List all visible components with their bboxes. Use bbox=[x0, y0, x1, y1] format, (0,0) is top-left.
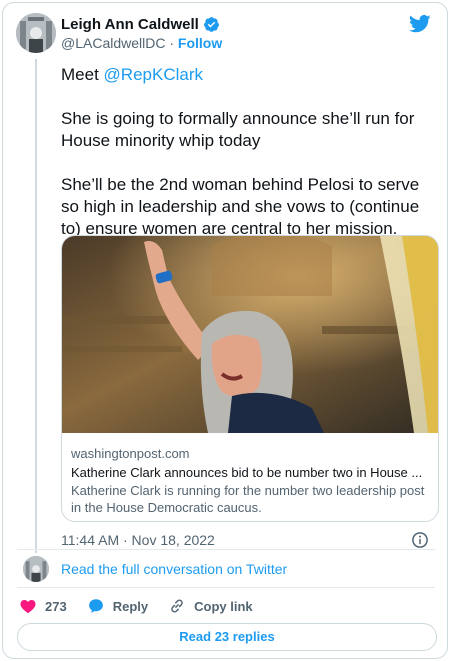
tweet-paragraph-2: She is going to formally announce she’ll… bbox=[61, 109, 420, 150]
tweet-text: Meet @RepKClark She is going to formally… bbox=[61, 64, 439, 240]
action-bar: 273 Reply Copy link bbox=[19, 597, 273, 615]
reply-label: Reply bbox=[112, 598, 149, 614]
author-avatar[interactable] bbox=[16, 13, 56, 53]
heart-icon bbox=[20, 600, 36, 614]
divider bbox=[17, 587, 435, 588]
link-title: Katherine Clark announces bid to be numb… bbox=[71, 465, 423, 480]
author-handle[interactable]: @LACaldwellDC bbox=[61, 35, 165, 51]
follow-button[interactable]: Follow bbox=[178, 35, 222, 51]
divider bbox=[17, 549, 435, 550]
link-domain: washingtonpost.com bbox=[71, 446, 190, 461]
copy-link-label: Copy link bbox=[194, 598, 253, 614]
link-preview-card[interactable]: washingtonpost.com Katherine Clark annou… bbox=[61, 235, 439, 522]
article-photo bbox=[62, 236, 438, 433]
read-replies-button[interactable]: Read 23 replies bbox=[17, 623, 437, 651]
reply-bubble-icon bbox=[88, 599, 103, 613]
thread-line bbox=[35, 59, 37, 553]
link-description: Katherine Clark is running for the numbe… bbox=[71, 483, 425, 515]
link-icon bbox=[171, 599, 183, 613]
like-button[interactable]: 273 bbox=[19, 597, 67, 615]
conversation-avatar[interactable] bbox=[23, 556, 49, 582]
info-icon[interactable] bbox=[411, 531, 429, 549]
tweet-embed-card: Leigh Ann Caldwell @LACaldwellDC · Follo… bbox=[2, 2, 448, 659]
mention-link[interactable]: @RepKClark bbox=[104, 65, 203, 84]
author-name[interactable]: Leigh Ann Caldwell bbox=[61, 16, 220, 33]
author-name-text[interactable]: Leigh Ann Caldwell bbox=[61, 16, 199, 33]
tweet-intro: Meet bbox=[61, 65, 104, 84]
tweet-paragraph-3: She’ll be the 2nd woman behind Pelosi to… bbox=[61, 175, 424, 238]
twitter-bird-icon[interactable] bbox=[409, 14, 431, 34]
read-full-conversation-link[interactable]: Read the full conversation on Twitter bbox=[61, 561, 287, 577]
verified-badge-icon bbox=[203, 17, 219, 32]
copy-link-button[interactable]: Copy link bbox=[168, 597, 253, 615]
author-handle-line: @LACaldwellDC · Follow bbox=[61, 35, 222, 51]
tweet-timestamp[interactable]: 11:44 AM · Nov 18, 2022 bbox=[61, 532, 215, 548]
like-count: 273 bbox=[45, 598, 67, 614]
handle-separator: · bbox=[165, 35, 178, 51]
reply-button[interactable]: Reply bbox=[87, 597, 148, 615]
